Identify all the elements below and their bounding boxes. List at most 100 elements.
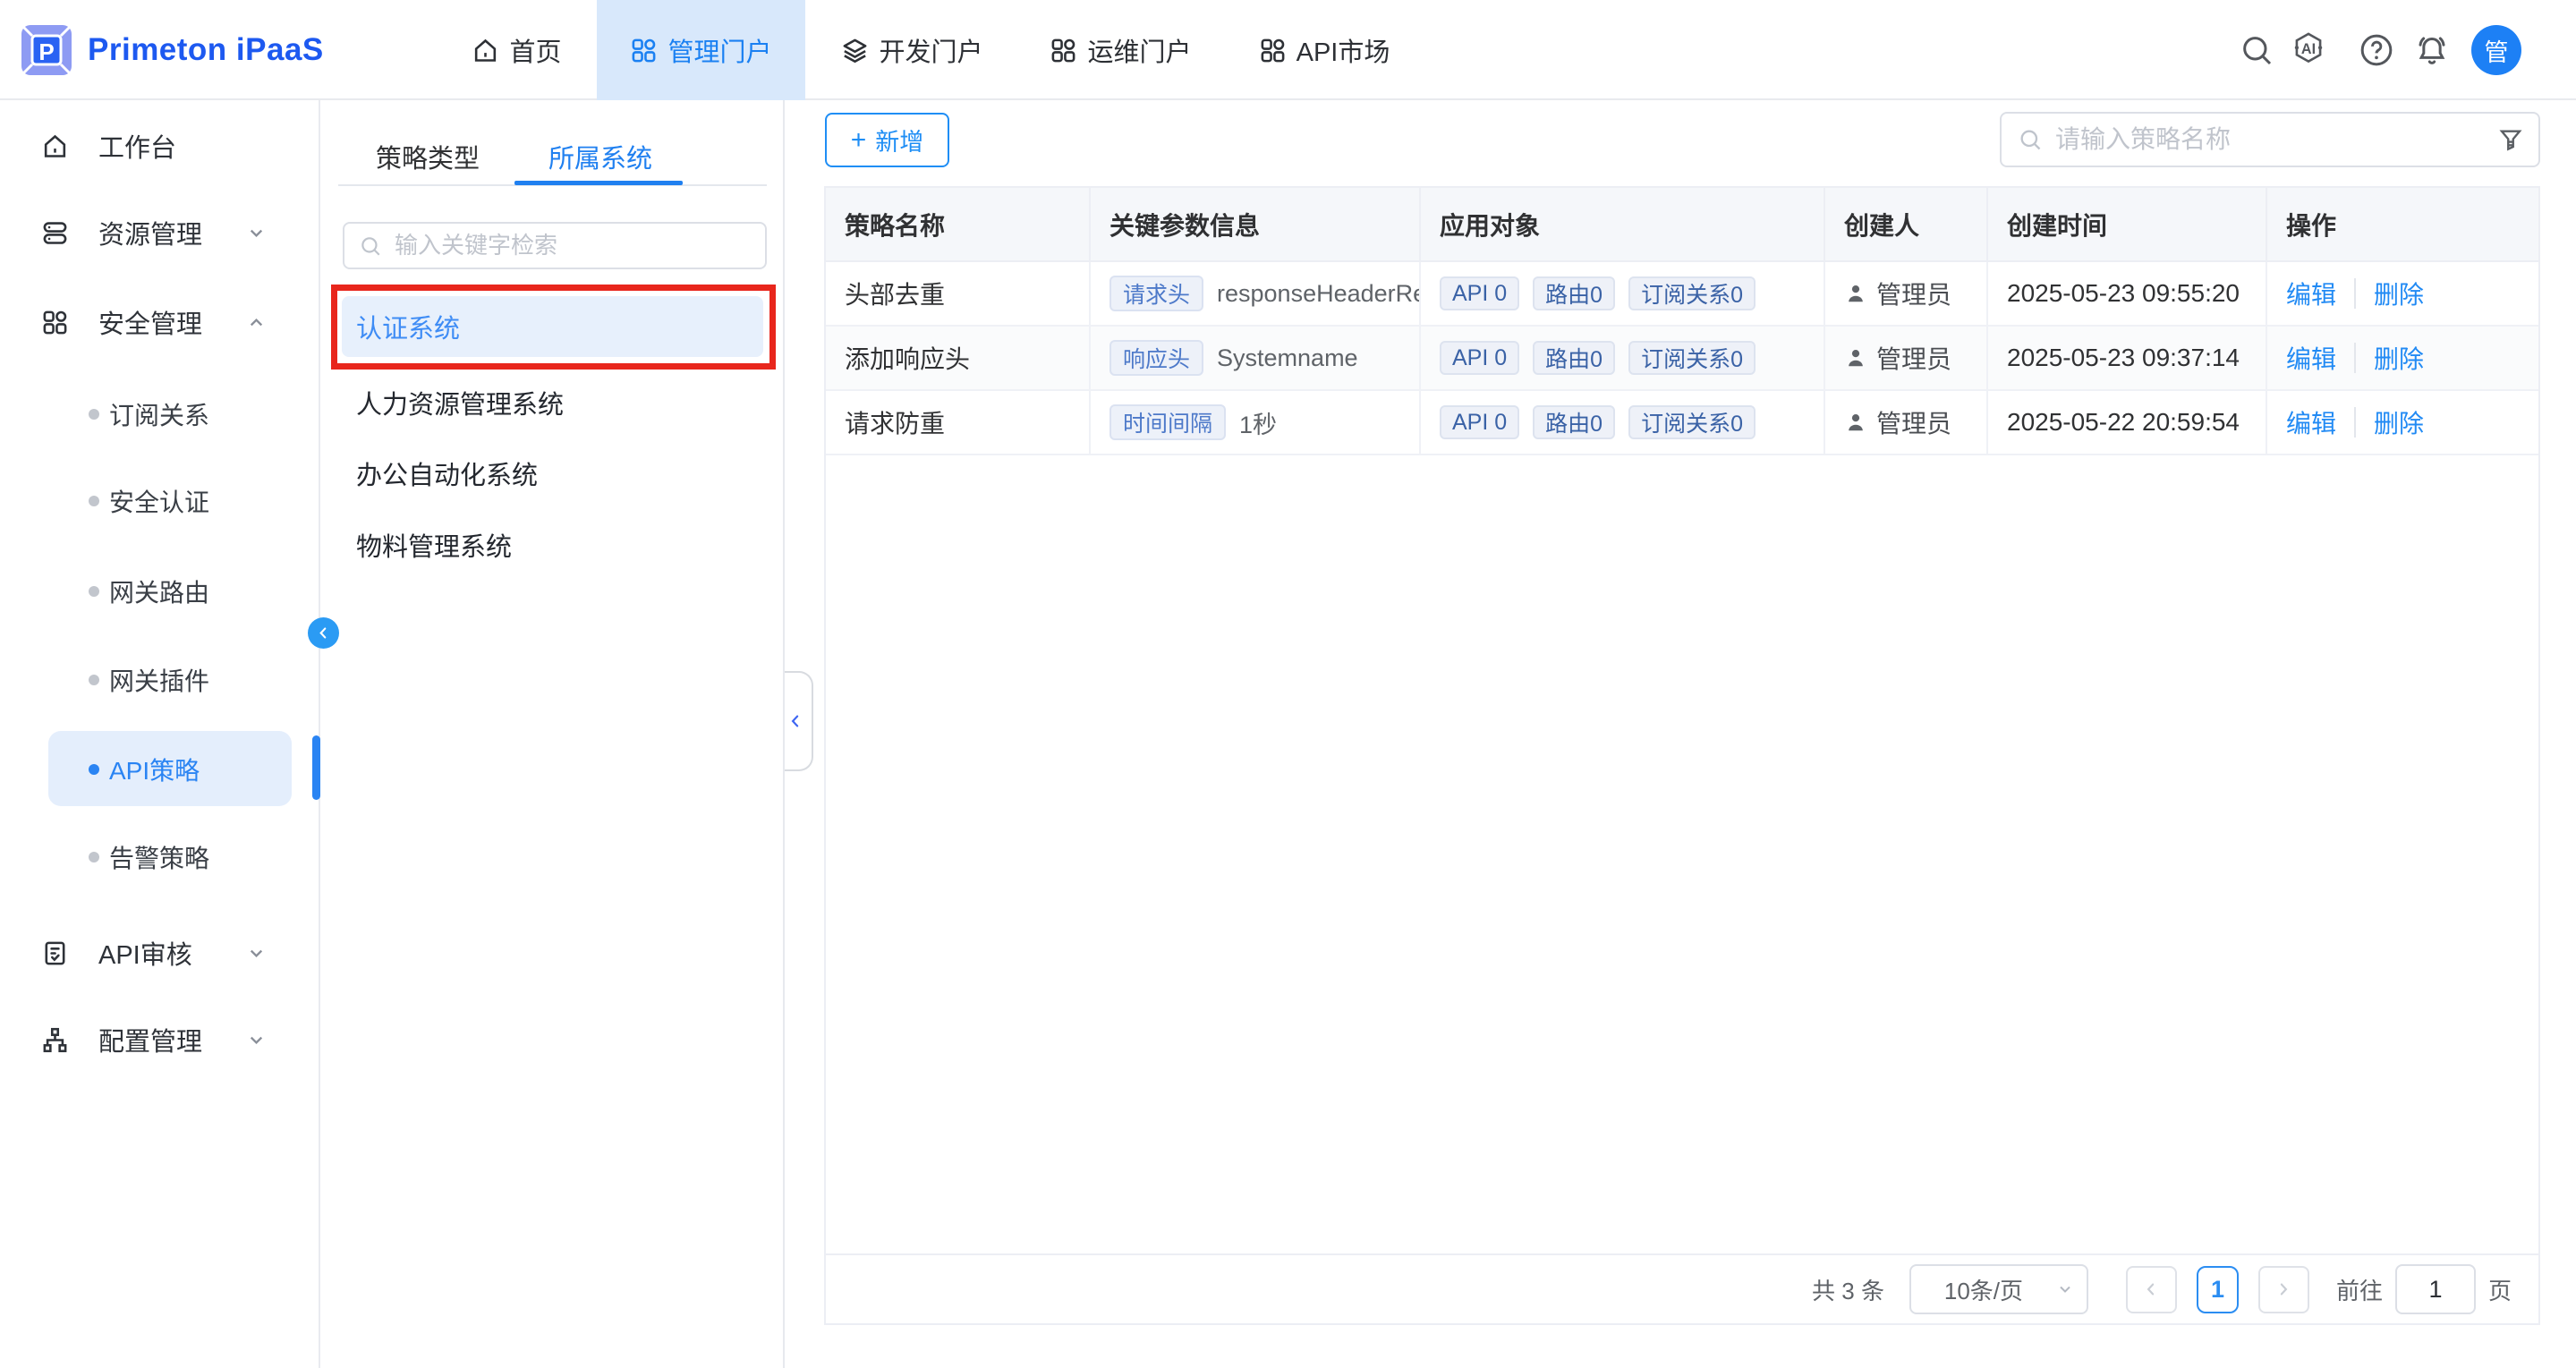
param-value: Systemname xyxy=(1217,344,1358,372)
column-header-key-params: 关键参数信息 xyxy=(1091,188,1421,260)
nav-label: API市场 xyxy=(1297,31,1390,69)
grid-icon xyxy=(1050,37,1077,64)
edit-link[interactable]: 编辑 xyxy=(2286,404,2336,440)
sitemap-icon xyxy=(41,1026,69,1054)
bullet-icon xyxy=(89,675,99,685)
chevron-down-icon xyxy=(246,943,267,964)
cell-key-params: 响应头 Systemname xyxy=(1091,327,1421,389)
delete-link[interactable]: 删除 xyxy=(2374,276,2424,311)
primeton-logo-icon: P xyxy=(20,23,73,77)
cell-created-time: 2025-05-23 09:37:14 xyxy=(1988,327,2267,389)
sidebar-item-config[interactable]: 配置管理 xyxy=(0,1010,319,1069)
cell-policy-name: 请求防重 xyxy=(826,391,1091,454)
column-header-creator: 创建人 xyxy=(1825,188,1988,260)
tab-label: 策略类型 xyxy=(376,138,480,175)
nav-label: 开发门户 xyxy=(879,31,982,69)
sidebar-item-gateway-plugins[interactable]: 网关插件 xyxy=(0,650,319,709)
nav-item-home[interactable]: 首页 xyxy=(452,0,582,100)
param-value: responseHeaderRe xyxy=(1217,280,1421,308)
search-icon[interactable] xyxy=(2239,32,2274,68)
delete-link[interactable]: 删除 xyxy=(2374,340,2424,376)
system-item-label: 认证系统 xyxy=(356,308,460,345)
sidebar-collapse-button[interactable] xyxy=(308,617,339,649)
sidebar-item-api-audit[interactable]: API审核 xyxy=(0,923,319,982)
param-tag: 时间间隔 xyxy=(1109,404,1226,440)
add-policy-button[interactable]: + 新增 xyxy=(825,113,949,167)
filter-funnel-icon[interactable] xyxy=(2497,126,2524,153)
table-header-row: 策略名称 关键参数信息 应用对象 创建人 创建时间 操作 xyxy=(826,186,2538,262)
search-icon xyxy=(359,234,382,258)
user-icon xyxy=(1844,411,1867,434)
nav-item-dev-portal[interactable]: 开发门户 xyxy=(825,0,999,100)
action-divider xyxy=(2354,407,2356,438)
system-item-oa-system[interactable]: 办公自动化系统 xyxy=(342,444,763,503)
system-item-hr-system[interactable]: 人力资源管理系统 xyxy=(342,373,763,432)
goto-page-input[interactable] xyxy=(2395,1264,2476,1314)
cell-key-params: 时间间隔 1秒 xyxy=(1091,391,1421,454)
sidebar-subitem-label: 网关路由 xyxy=(109,574,209,609)
pagination-bar: 共 3 条 10条/页 1 前往 页 xyxy=(826,1253,2538,1323)
help-icon[interactable] xyxy=(2359,32,2394,68)
cell-apply-targets: API 0 路由0 订阅关系0 xyxy=(1421,327,1825,389)
sidebar-item-gateway-routes[interactable]: 网关路由 xyxy=(0,562,319,621)
cell-creator: 管理员 xyxy=(1825,262,1988,325)
notifications-bell-icon[interactable] xyxy=(2414,32,2450,68)
target-tag-route: 路由0 xyxy=(1533,405,1615,439)
tab-label: 所属系统 xyxy=(548,138,652,175)
chevron-down-icon xyxy=(246,1030,267,1050)
tab-policy-type[interactable]: 策略类型 xyxy=(376,136,480,177)
total-count-label: 共 3 条 xyxy=(1812,1273,1884,1306)
ai-assistant-icon[interactable]: AI xyxy=(2291,30,2326,66)
sidebar-subitem-label: 告警策略 xyxy=(109,839,209,875)
cell-created-time: 2025-05-22 20:59:54 xyxy=(1988,391,2267,454)
sidebar-item-api-policy[interactable]: API策略 xyxy=(0,740,319,799)
sidebar-item-workbench[interactable]: 工作台 xyxy=(0,116,319,175)
system-item-material-system[interactable]: 物料管理系统 xyxy=(342,515,763,574)
sidebar-item-resources[interactable]: 资源管理 xyxy=(0,203,319,262)
table-row: 头部去重 请求头 responseHeaderRe API 0 路由0 订阅关系… xyxy=(826,262,2538,327)
system-item-label: 物料管理系统 xyxy=(356,526,512,564)
prev-page-button[interactable] xyxy=(2126,1266,2177,1313)
brand-name: Primeton iPaaS xyxy=(88,32,324,68)
page-size-select[interactable]: 10条/页 xyxy=(1909,1264,2088,1314)
policy-search-input[interactable] xyxy=(2055,125,2483,154)
home-icon xyxy=(472,37,499,64)
delete-link[interactable]: 删除 xyxy=(2374,404,2424,440)
policy-list-content: + 新增 策略名称 关键参数信息 应用对象 创建人 创建时间 操作 头部去重 请… xyxy=(824,100,2540,1325)
sidebar-item-alert-policy[interactable]: 告警策略 xyxy=(0,828,319,887)
chevron-down-icon xyxy=(246,223,267,243)
sidebar-item-label: 资源管理 xyxy=(98,214,202,251)
target-tag-subscription: 订阅关系0 xyxy=(1628,341,1756,375)
sidebar-item-security[interactable]: 安全管理 xyxy=(0,293,319,352)
nav-item-admin-portal[interactable]: 管理门户 xyxy=(597,0,805,100)
plus-icon: + xyxy=(851,127,867,154)
sidebar-subitem-label: 订阅关系 xyxy=(109,396,209,432)
next-page-button[interactable] xyxy=(2258,1266,2309,1313)
sidebar-item-subscriptions[interactable]: 订阅关系 xyxy=(0,385,319,444)
edit-link[interactable]: 编辑 xyxy=(2286,276,2336,311)
target-tag-api: API 0 xyxy=(1440,405,1519,439)
panel-collapse-handle[interactable] xyxy=(785,671,813,771)
sidebar: 工作台 资源管理 安全管理 订阅关系 安全认证 网关路由 网关插件 API xyxy=(0,100,320,1368)
user-avatar[interactable]: 管 xyxy=(2471,25,2521,75)
creator-name: 管理员 xyxy=(1876,340,1951,376)
system-item-auth-system[interactable]: 认证系统 xyxy=(342,296,763,357)
policy-table: 策略名称 关键参数信息 应用对象 创建人 创建时间 操作 头部去重 请求头 re… xyxy=(824,186,2540,1325)
top-navbar: P Primeton iPaaS 首页 管理门户 开发门户 运维门户 xyxy=(0,0,2576,100)
cell-policy-name: 头部去重 xyxy=(826,262,1091,325)
nav-item-api-market[interactable]: API市场 xyxy=(1244,0,1405,100)
current-page-button[interactable]: 1 xyxy=(2197,1266,2239,1313)
search-icon xyxy=(2018,127,2043,152)
sidebar-item-security-auth[interactable]: 安全认证 xyxy=(0,472,319,531)
sidebar-subitem-label: 网关插件 xyxy=(109,662,209,698)
tab-owning-system[interactable]: 所属系统 xyxy=(548,136,652,177)
nav-label: 运维门户 xyxy=(1087,31,1191,69)
column-header-actions: 操作 xyxy=(2267,188,2538,260)
target-tag-api: API 0 xyxy=(1440,341,1519,375)
bullet-icon xyxy=(89,409,99,420)
sidebar-item-label: 工作台 xyxy=(98,127,176,165)
edit-link[interactable]: 编辑 xyxy=(2286,340,2336,376)
keyword-search-input[interactable] xyxy=(395,232,765,259)
nav-item-ops-portal[interactable]: 运维门户 xyxy=(1033,0,1208,100)
target-tag-route: 路由0 xyxy=(1533,341,1615,375)
